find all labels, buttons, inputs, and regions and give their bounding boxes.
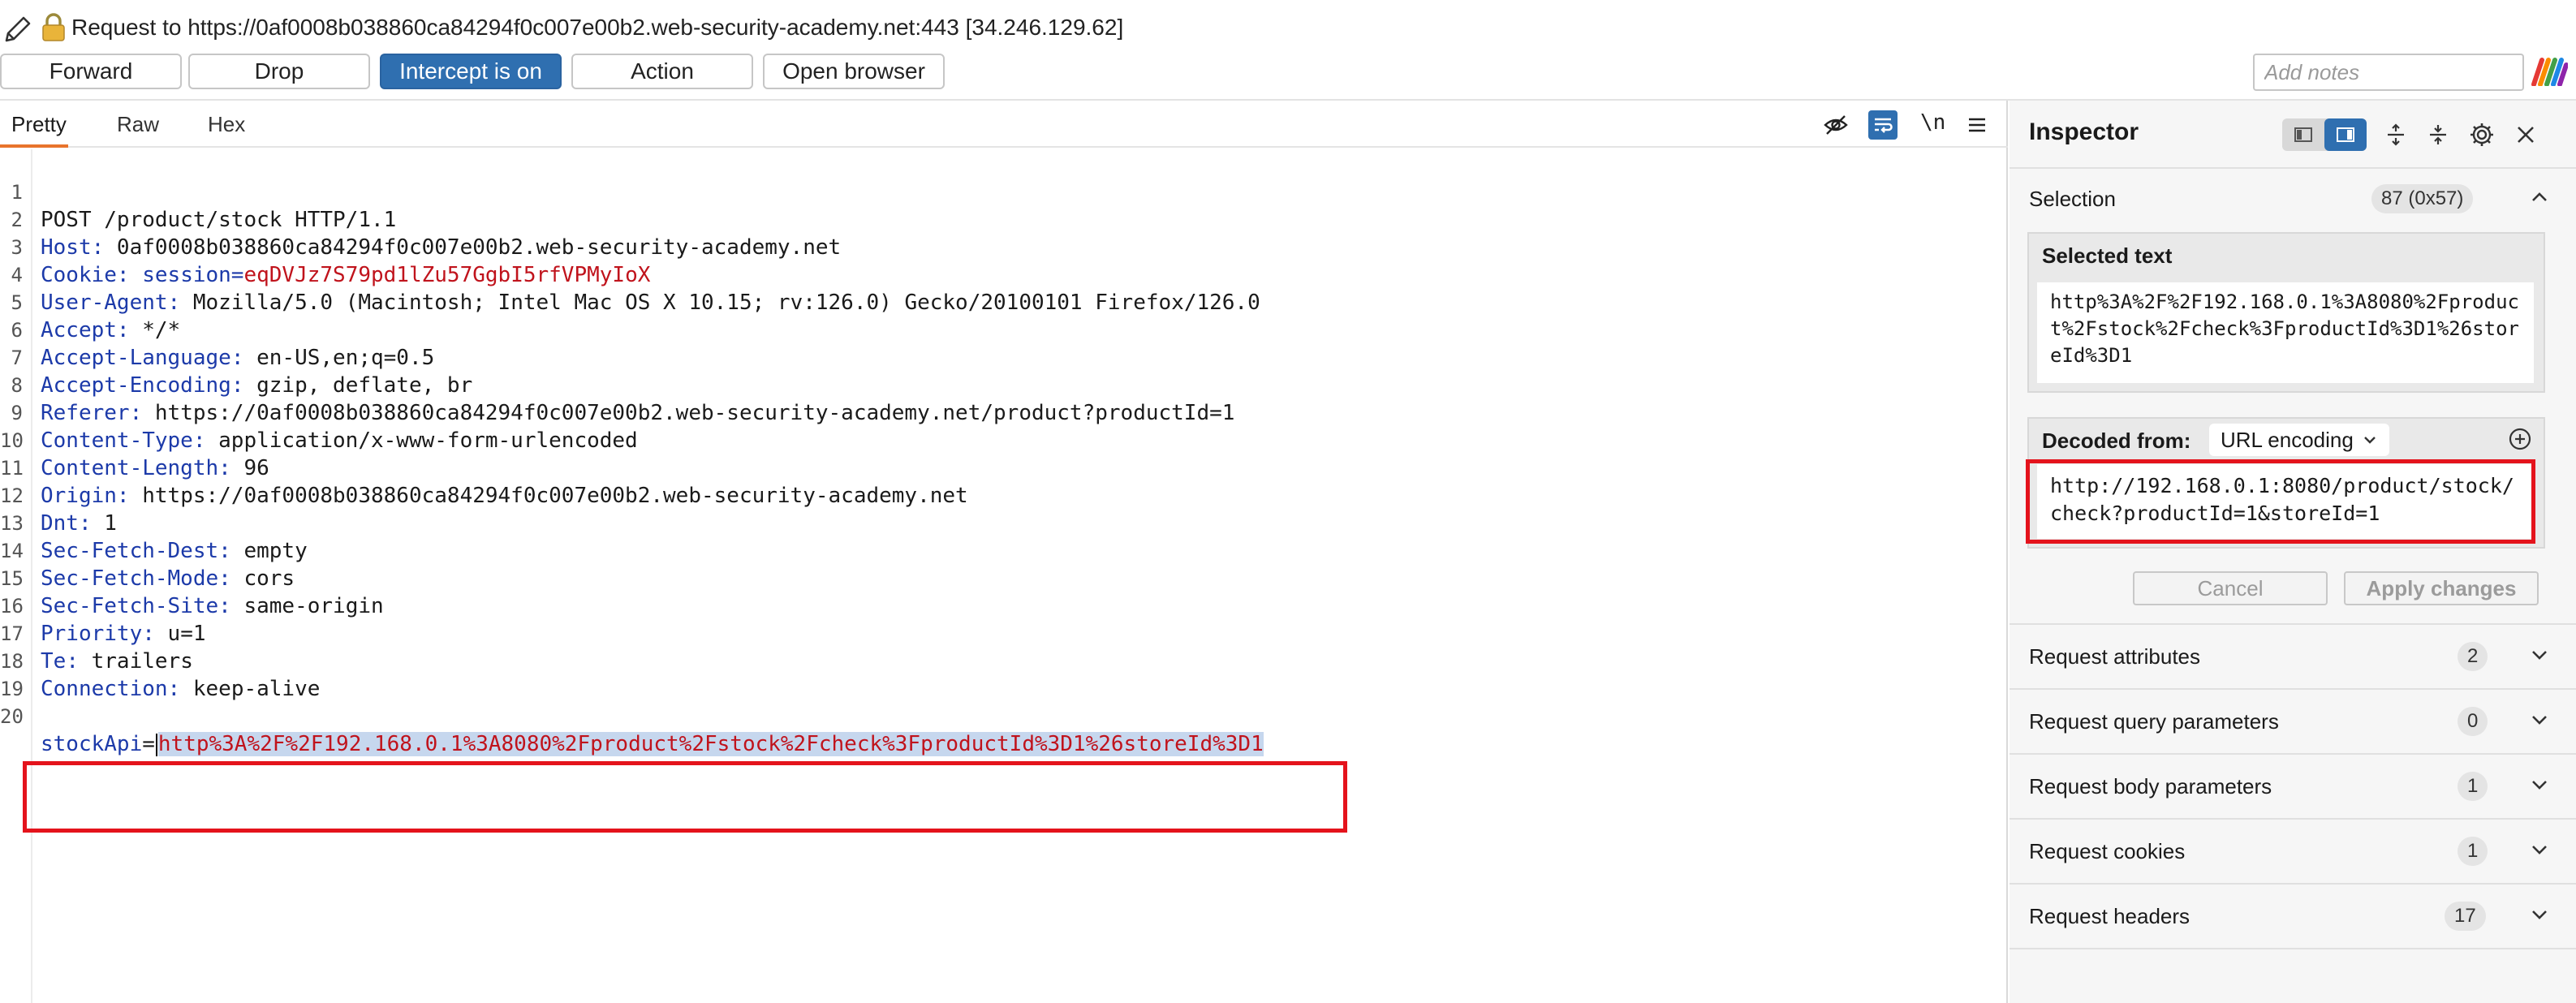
intercept-toolbar: Forward Drop Intercept is on Action Open… <box>0 54 2576 91</box>
header-line: 13 Sec-Fetch-Dest: empty <box>0 482 2005 563</box>
hide-nonprintable-icon[interactable] <box>1821 110 1850 140</box>
header-line: 8 Referer: https://0af0008b038860ca84294… <box>0 344 2005 425</box>
intercept-toggle-button[interactable]: Intercept is on <box>380 54 562 89</box>
request-editor[interactable]: Pretty Raw Hex \n 1 POST /product/stock … <box>0 101 2008 1003</box>
close-icon[interactable] <box>2509 118 2542 151</box>
newline-toggle-icon[interactable]: \n <box>1920 110 1945 135</box>
layout-toggle <box>2282 118 2367 151</box>
body-line: 20 stockApi= http%3A%2F%2F192.168.0.1%3A8… <box>0 675 2005 756</box>
pencil-icon[interactable] <box>2 13 34 50</box>
selection-length-badge: 87 (0x57) <box>2371 184 2474 213</box>
inspector-title: Inspector <box>2029 118 2139 145</box>
header-line: 4 User-Agent: Mozilla/5.0 (Macintosh; In… <box>0 234 2005 315</box>
section-request-body-parameters[interactable]: Request body parameters 1 <box>2010 755 2576 818</box>
add-decoding-icon[interactable] <box>2508 427 2532 455</box>
request-title-bar: Request to https://0af0008b038860ca84294… <box>0 0 2576 57</box>
decoding-select-value: URL encoding <box>2221 427 2354 452</box>
chevron-down-icon[interactable] <box>2529 839 2550 864</box>
selection-section-header[interactable]: Selection 87 (0x57) <box>2010 170 2576 227</box>
decoding-select[interactable]: URL encoding <box>2209 424 2389 456</box>
expand-all-icon[interactable] <box>2380 118 2412 151</box>
menu-icon[interactable] <box>1962 110 1992 140</box>
section-label: Request cookies <box>2029 838 2186 863</box>
tab-pretty[interactable]: Pretty <box>11 112 67 137</box>
chevron-up-icon[interactable] <box>2529 187 2550 212</box>
header-line: 16 Priority: u=1 <box>0 565 2005 646</box>
action-button[interactable]: Action <box>571 54 753 89</box>
tab-hex[interactable]: Hex <box>208 112 245 137</box>
section-request-headers[interactable]: Request headers 17 <box>2010 885 2576 948</box>
editor-tabs: Pretty Raw Hex \n <box>0 101 2008 148</box>
header-line: 10 Content-Length: 96 <box>0 399 2005 480</box>
cancel-button[interactable]: Cancel <box>2133 571 2328 605</box>
section-request-cookies[interactable]: Request cookies 1 <box>2010 820 2576 883</box>
body-param-value-selected[interactable]: http%3A%2F%2F192.168.0.1%3A8080%2Fproduc… <box>157 732 1264 756</box>
open-browser-button[interactable]: Open browser <box>763 54 945 89</box>
header-line: 14 Sec-Fetch-Mode: cors <box>0 510 2005 591</box>
section-count-badge: 2 <box>2458 642 2488 671</box>
decoded-highlight-box <box>2026 459 2535 544</box>
section-count-badge: 0 <box>2458 707 2488 736</box>
blank-line: 19 <box>0 648 2005 700</box>
apply-changes-button[interactable]: Apply changes <box>2344 571 2539 605</box>
chevron-down-icon[interactable] <box>2529 774 2550 799</box>
chevron-down-icon <box>2363 437 2376 444</box>
header-line: 17 Te: trailers <box>0 592 2005 674</box>
header-line: 18 Connection: keep-alive <box>0 620 2005 701</box>
body-param-equals: = <box>142 732 155 756</box>
selected-text-value[interactable]: http%3A%2F%2F192.168.0.1%3A8080%2Fproduc… <box>2037 282 2534 383</box>
request-line: 1 POST /product/stock HTTP/1.1 <box>0 151 2005 232</box>
selected-text-title: Selected text <box>2042 243 2173 268</box>
active-tab-underline <box>0 144 68 148</box>
header-line: 5 Accept: */* <box>0 261 2005 342</box>
request-lines: 1 POST /product/stock HTTP/1.1 2 Host: 0… <box>0 151 2005 756</box>
header-line: 6 Accept-Language: en-US,en;q=0.5 <box>0 289 2005 370</box>
section-request-query-parameters[interactable]: Request query parameters 0 <box>2010 690 2576 753</box>
forward-button[interactable]: Forward <box>0 54 182 89</box>
chevron-down-icon[interactable] <box>2529 709 2550 734</box>
header-line: 7 Accept-Encoding: gzip, deflate, br <box>0 316 2005 398</box>
section-count-badge: 1 <box>2458 772 2488 801</box>
section-request-attributes[interactable]: Request attributes 2 <box>2010 625 2576 688</box>
section-label: Request body parameters <box>2029 773 2272 799</box>
inspector-divider <box>2010 948 2576 949</box>
drop-button[interactable]: Drop <box>188 54 370 89</box>
inspector-divider <box>2010 167 2576 169</box>
decoded-from-label: Decoded from: <box>2042 428 2191 453</box>
selection-label: Selection <box>2029 186 2116 211</box>
chevron-down-icon[interactable] <box>2529 644 2550 669</box>
layout-list-icon[interactable] <box>2282 118 2324 151</box>
section-label: Request attributes <box>2029 644 2201 669</box>
lock-icon <box>41 13 67 46</box>
body-param-highlight-box <box>23 761 1347 833</box>
line-number: 20 <box>0 705 24 728</box>
header-line: 9 Content-Type: application/x-www-form-u… <box>0 372 2005 453</box>
selected-text-box: Selected text http%3A%2F%2F192.168.0.1%3… <box>2027 232 2545 393</box>
collapse-all-icon[interactable] <box>2422 118 2454 151</box>
gear-icon[interactable] <box>2466 118 2498 151</box>
header-line: 12 Dnt: 1 <box>0 454 2005 536</box>
layout-split-icon[interactable] <box>2324 118 2367 151</box>
section-count-badge: 1 <box>2458 837 2488 866</box>
chevron-down-icon[interactable] <box>2529 904 2550 929</box>
section-count-badge: 17 <box>2445 902 2486 931</box>
header-line: 2 Host: 0af0008b038860ca84294f0c007e00b2… <box>0 179 2005 260</box>
text-caret <box>155 733 157 756</box>
body-param-key: stockApi <box>41 732 143 756</box>
section-label: Request query parameters <box>2029 708 2279 734</box>
inspector-panel: Inspector Selection 87 (0x57) Selected t… <box>2010 101 2576 1003</box>
request-url-title: Request to https://0af0008b038860ca84294… <box>71 15 1124 40</box>
header-line: 3 Cookie: session=eqDVJz7S79pd1lZu57GgbI… <box>0 206 2005 287</box>
word-wrap-icon[interactable] <box>1868 110 1898 140</box>
notes-input[interactable] <box>2253 54 2524 91</box>
section-label: Request headers <box>2029 903 2190 928</box>
tab-raw[interactable]: Raw <box>117 112 159 137</box>
header-line: 11 Origin: https://0af0008b038860ca84294… <box>0 427 2005 508</box>
burp-logo-icon <box>2531 57 2569 90</box>
header-line: 15 Sec-Fetch-Site: same-origin <box>0 537 2005 618</box>
